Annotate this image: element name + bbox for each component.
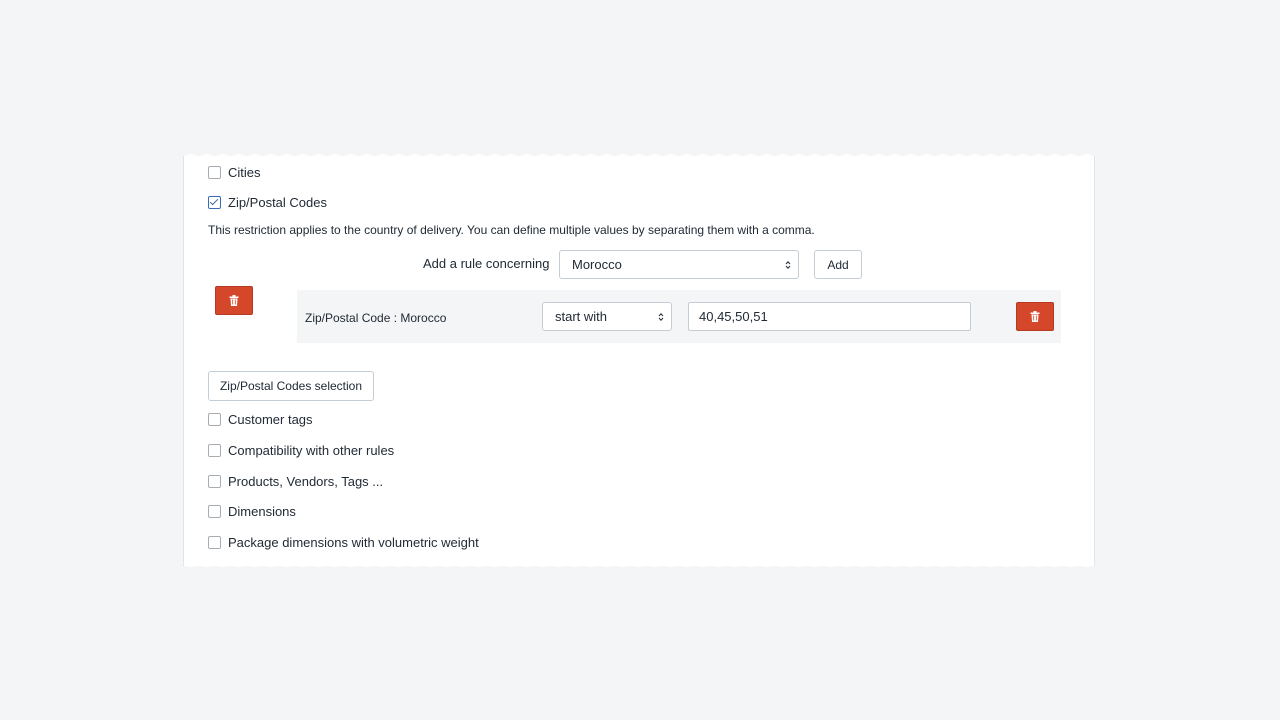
rule-value-input[interactable]: 40,45,50,51 — [688, 302, 971, 331]
select-arrows-icon — [658, 312, 664, 321]
condition-select[interactable]: start with — [542, 302, 672, 331]
checkbox-label: Cities — [228, 164, 261, 180]
country-select-value: Morocco — [572, 257, 622, 272]
add-rule-label: Add a rule concerning — [423, 256, 550, 271]
checkbox-dimensions[interactable]: Dimensions — [208, 502, 296, 520]
checkbox-label: Zip/Postal Codes — [228, 194, 327, 210]
checkbox-box[interactable] — [208, 474, 221, 488]
checkbox-box[interactable] — [208, 443, 221, 457]
zip-codes-selection-button[interactable]: Zip/Postal Codes selection — [208, 371, 374, 401]
checkbox-label: Customer tags — [228, 411, 313, 427]
checkbox-compatibility[interactable]: Compatibility with other rules — [208, 441, 394, 459]
checkbox-box[interactable] — [208, 535, 221, 549]
trash-icon — [229, 295, 239, 306]
delete-rule-group-button[interactable] — [215, 286, 253, 315]
checkbox-label: Products, Vendors, Tags ... — [228, 473, 384, 489]
delete-rule-button[interactable] — [1016, 302, 1054, 331]
select-arrows-icon — [785, 260, 791, 269]
checkbox-box[interactable] — [208, 165, 221, 179]
checkbox-box[interactable] — [208, 412, 221, 426]
checkbox-products-vendors-tags[interactable]: Products, Vendors, Tags ... — [208, 472, 383, 490]
checkbox-package-dimensions[interactable]: Package dimensions with volumetric weigh… — [208, 533, 479, 551]
rule-row: Zip/Postal Code : Morocco start with 40,… — [297, 290, 1061, 343]
checkbox-label: Compatibility with other rules — [228, 442, 395, 458]
checkbox-box-checked[interactable] — [208, 195, 221, 209]
checkbox-label: Dimensions — [228, 503, 296, 519]
checkbox-cities[interactable]: Cities — [208, 163, 261, 181]
restrictions-card: Cities Zip/Postal Codes This restriction… — [183, 156, 1095, 566]
trash-icon — [1030, 311, 1040, 322]
card-torn-edge-bottom — [183, 563, 1095, 567]
add-rule-button[interactable]: Add — [814, 250, 862, 279]
checkbox-label: Package dimensions with volumetric weigh… — [228, 534, 479, 550]
checkbox-zip-postal-codes[interactable]: Zip/Postal Codes — [208, 193, 327, 211]
condition-select-value: start with — [555, 309, 608, 324]
checkbox-customer-tags[interactable]: Customer tags — [208, 410, 313, 428]
country-select[interactable]: Morocco — [559, 250, 799, 279]
help-text: This restriction applies to the country … — [208, 223, 815, 237]
rule-label: Zip/Postal Code : Morocco — [305, 311, 447, 325]
checkbox-box[interactable] — [208, 504, 221, 518]
